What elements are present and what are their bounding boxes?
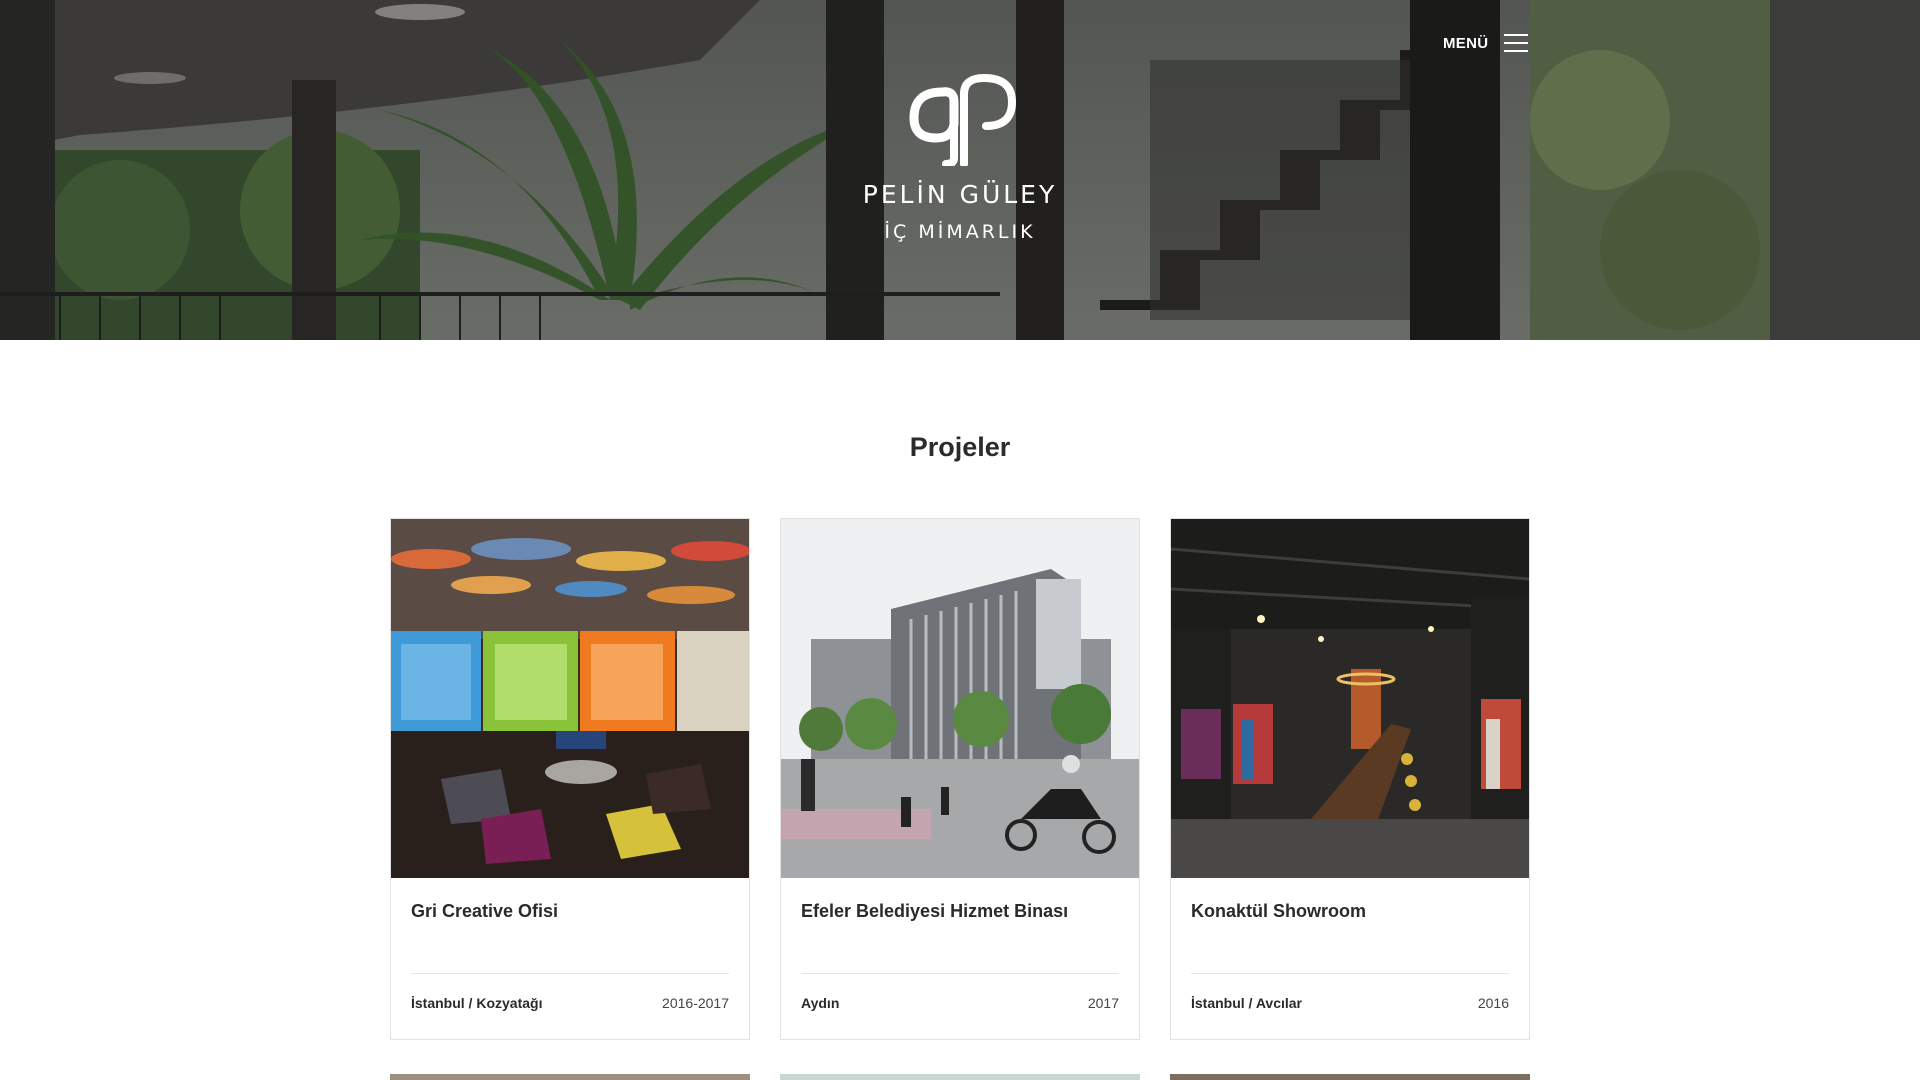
card-divider [801, 973, 1119, 974]
project-grid: Gri Creative Ofisi İstanbul / Kozyatağı … [390, 518, 1531, 1080]
next-project-card-peek[interactable] [390, 1074, 750, 1080]
pg-monogram-icon [909, 73, 1017, 166]
menu-button[interactable]: MENÜ [1443, 34, 1529, 52]
menu-label: MENÜ [1443, 34, 1489, 52]
project-title[interactable]: Konaktül Showroom [1191, 901, 1366, 922]
project-image[interactable] [391, 519, 749, 878]
project-card[interactable]: Konaktül Showroom İstanbul / Avcılar 201… [1170, 518, 1530, 1040]
project-year: 2016 [1477, 995, 1509, 1011]
brand-block[interactable]: PELİN GÜLEY İÇ MİMARLIK [0, 72, 1920, 243]
project-location: İstanbul / Avcılar [1191, 995, 1302, 1011]
project-year: 2016-2017 [662, 995, 729, 1011]
project-title[interactable]: Gri Creative Ofisi [411, 901, 558, 922]
hero-banner: MENÜ PELİN GÜLEY İÇ MİMARLIK [0, 0, 1920, 340]
hamburger-icon [1504, 34, 1529, 52]
card-divider [1191, 973, 1509, 974]
project-title[interactable]: Efeler Belediyesi Hizmet Binası [801, 901, 1068, 922]
project-location: Aydın [801, 995, 840, 1011]
project-year: 2017 [1087, 995, 1119, 1011]
section-title: Projeler [909, 432, 1011, 462]
brand-subtitle: İÇ MİMARLIK [884, 221, 1036, 243]
card-divider [411, 973, 729, 974]
project-card[interactable]: Gri Creative Ofisi İstanbul / Kozyatağı … [390, 518, 750, 1040]
project-location: İstanbul / Kozyatağı [411, 995, 543, 1011]
brand-name: PELİN GÜLEY [862, 180, 1058, 209]
project-card[interactable]: Efeler Belediyesi Hizmet Binası Aydın 20… [780, 518, 1140, 1040]
next-project-card-peek[interactable] [780, 1074, 1140, 1080]
next-project-card-peek[interactable] [1170, 1074, 1530, 1080]
project-image[interactable] [781, 519, 1139, 878]
project-image[interactable] [1171, 519, 1529, 878]
